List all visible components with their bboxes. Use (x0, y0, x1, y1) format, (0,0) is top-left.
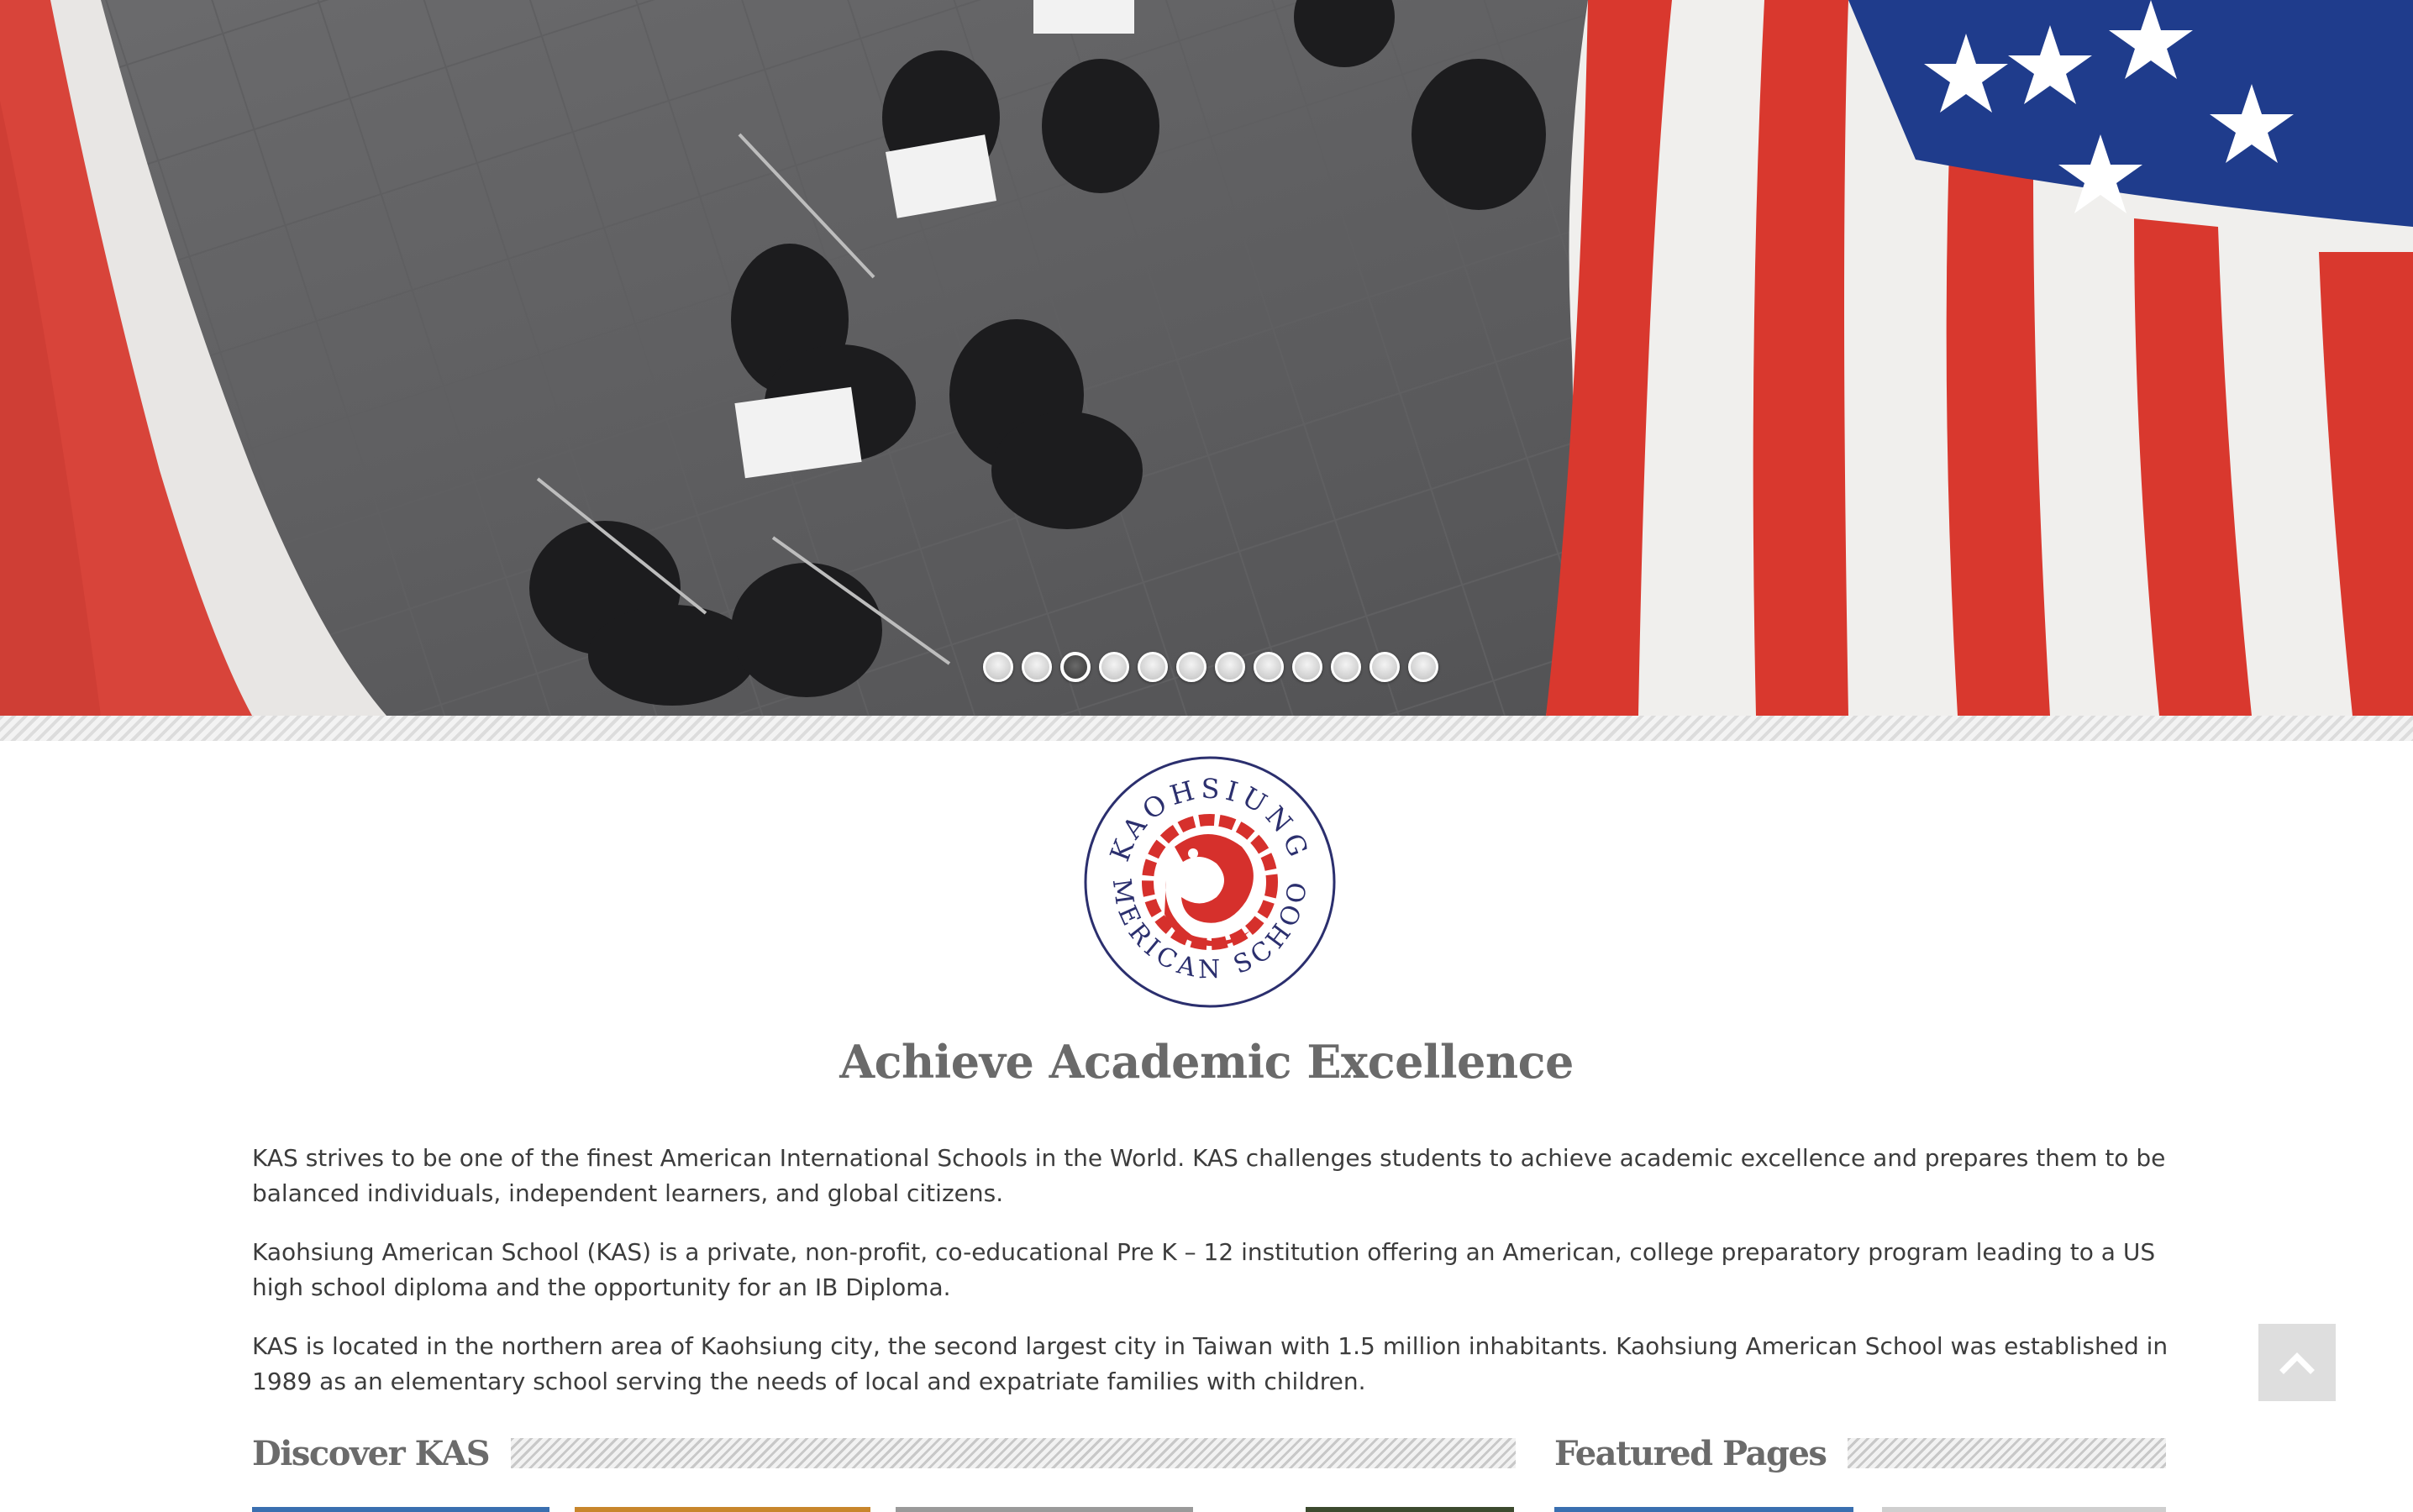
intro-paragraph-3: KAS is located in the northern area of K… (252, 1332, 2169, 1395)
hero-slider (0, 0, 2413, 716)
discover-section-header: Discover KAS (252, 1433, 1516, 1473)
featured-section-header: Featured Pages (1554, 1433, 2166, 1473)
intro-text: KAS strives to be one of the finest Amer… (252, 1141, 2176, 1423)
discover-rule (511, 1438, 1516, 1468)
page-title: Achieve Academic Excellence (839, 1035, 1574, 1089)
slider-dot-1[interactable] (983, 652, 1013, 682)
slider-pagination (0, 652, 2413, 682)
discover-thumb-4[interactable] (1306, 1507, 1514, 1512)
slider-dot-9[interactable] (1292, 652, 1322, 682)
slider-dot-12[interactable] (1408, 652, 1438, 682)
discover-thumb-3[interactable] (896, 1507, 1193, 1512)
discover-title: Discover KAS (252, 1433, 491, 1473)
slider-dot-6[interactable] (1176, 652, 1206, 682)
slider-dot-5[interactable] (1138, 652, 1168, 682)
featured-thumb-2[interactable] (1882, 1507, 2166, 1512)
featured-rule (1848, 1438, 2166, 1468)
intro-paragraph-2: Kaohsiung American School (KAS) is a pri… (252, 1238, 2156, 1301)
back-to-top-button[interactable] (2258, 1324, 2336, 1401)
hero-image (0, 0, 2413, 716)
slider-dot-8[interactable] (1254, 652, 1284, 682)
featured-title: Featured Pages (1554, 1433, 1827, 1473)
slider-dot-3-active[interactable] (1060, 652, 1091, 682)
discover-thumb-2[interactable] (575, 1507, 870, 1512)
featured-thumb-1[interactable] (1554, 1507, 1853, 1512)
slider-dot-4[interactable] (1099, 652, 1129, 682)
chevron-up-icon (2279, 1352, 2315, 1374)
striped-divider (0, 716, 2413, 741)
slider-dot-10[interactable] (1331, 652, 1361, 682)
school-logo: KAOHSIUNG AMERICAN SCHOOL (1070, 732, 1338, 1010)
slider-dot-2[interactable] (1022, 652, 1052, 682)
slider-dot-7[interactable] (1215, 652, 1245, 682)
discover-thumb-1[interactable] (252, 1507, 549, 1512)
intro-paragraph-1: KAS strives to be one of the finest Amer… (252, 1144, 2166, 1207)
slider-dot-11[interactable] (1369, 652, 1400, 682)
